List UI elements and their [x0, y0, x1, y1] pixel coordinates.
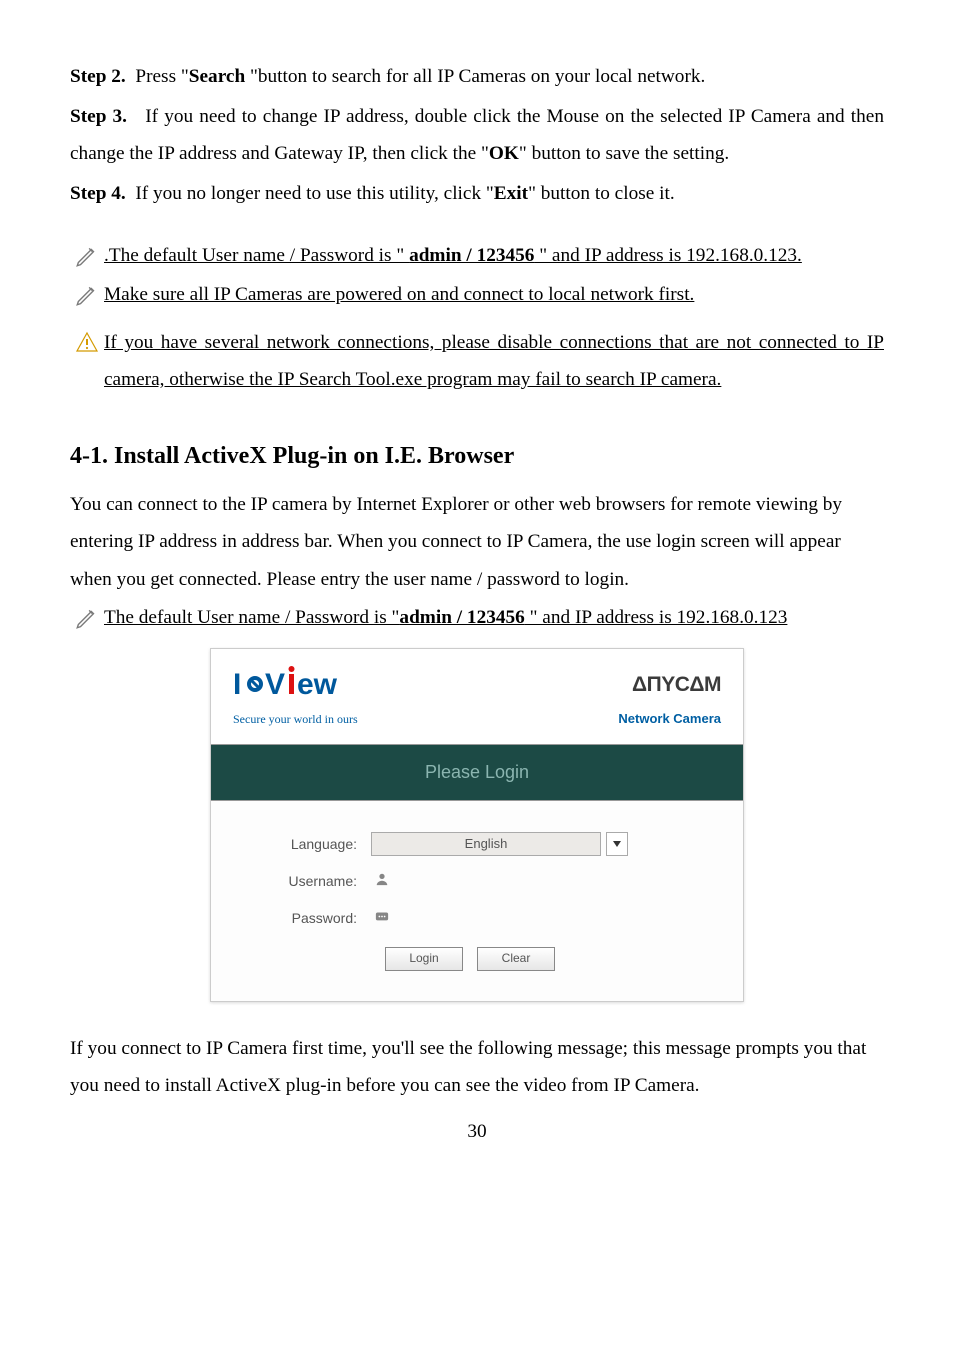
brand-name: ΔПΥCΔM: [618, 665, 721, 706]
note-2: Make sure all IP Cameras are powered on …: [70, 276, 884, 314]
login-panel: I V ew Secure your world in ours ΔПΥCΔM …: [210, 648, 744, 1001]
step-4: Step 4. If you no longer need to use thi…: [70, 175, 884, 213]
step-3: Step 3. If you need to change IP address…: [70, 98, 884, 173]
language-select[interactable]: English: [371, 832, 601, 856]
login-button[interactable]: Login: [385, 947, 463, 971]
after-paragraph: If you connect to IP Camera first time, …: [70, 1030, 884, 1105]
section-note-pre: The default User name / Password is ": [104, 607, 399, 628]
warning-icon: [70, 330, 104, 354]
step-3-label: Step 3.: [70, 106, 127, 127]
pencil-icon: [70, 605, 104, 631]
note-2-text: Make sure all IP Cameras are powered on …: [104, 276, 694, 314]
logo-right: ΔПΥCΔM Network Camera: [618, 665, 721, 731]
svg-text:ew: ew: [297, 668, 338, 701]
step-2: Step 2. Press "Search "button to search …: [70, 58, 884, 96]
username-input[interactable]: [371, 870, 601, 894]
language-value: English: [465, 832, 508, 856]
section-note-post: " and IP address is 192.168.0.123: [525, 607, 788, 628]
note-1: .The default User name / Password is " a…: [70, 237, 884, 275]
warn-text: If you have several network connections,…: [104, 324, 884, 399]
step-4-label: Step 4.: [70, 183, 126, 204]
step-3-text-a: If you need to change IP address, double…: [70, 106, 884, 165]
notes-block: .The default User name / Password is " a…: [70, 237, 884, 400]
svg-text:V: V: [265, 668, 285, 701]
section-note: The default User name / Password is "adm…: [70, 599, 884, 637]
username-row: Username:: [241, 868, 713, 895]
pencil-icon: [70, 243, 104, 269]
language-label: Language:: [241, 831, 371, 858]
step-2-text-b: "button to search for all IP Cameras on …: [245, 66, 705, 87]
note-1-bold: admin / 123456: [409, 245, 534, 266]
note-1-post: " and IP address is 192.168.0.123.: [534, 245, 801, 266]
password-icon: [375, 905, 389, 932]
step-3-text-b: " button to save the setting.: [519, 143, 729, 164]
password-label: Password:: [241, 905, 371, 932]
login-header: I V ew Secure your world in ours ΔПΥCΔM …: [211, 649, 743, 743]
step-4-bold: Exit: [494, 183, 528, 204]
brand-sub: Network Camera: [618, 706, 721, 731]
button-row: Login Clear: [241, 947, 713, 971]
password-input[interactable]: [371, 907, 601, 931]
step-3-bold: OK: [489, 143, 519, 164]
logo-tagline: Secure your world in ours: [233, 708, 358, 731]
logo-left: I V ew Secure your world in ours: [233, 666, 373, 731]
username-label: Username:: [241, 868, 371, 895]
clear-button[interactable]: Clear: [477, 947, 555, 971]
password-row: Password:: [241, 905, 713, 932]
section-note-bold: admin / 123456: [399, 607, 524, 628]
svg-text:I: I: [233, 668, 241, 701]
chevron-down-icon[interactable]: [606, 832, 628, 856]
section-heading: 4-1. Install ActiveX Plug-in on I.E. Bro…: [70, 433, 884, 480]
step-4-text-a: If you no longer need to use this utilit…: [135, 183, 493, 204]
login-form: Language: English Username: Password:: [211, 801, 743, 1001]
iview-logo-icon: I V ew: [233, 666, 373, 710]
login-title: Please Login: [211, 744, 743, 801]
user-icon: [375, 868, 389, 895]
pencil-icon: [70, 282, 104, 308]
section-paragraph: You can connect to the IP camera by Inte…: [70, 486, 884, 599]
step-2-text-a: Press ": [135, 66, 188, 87]
step-2-bold: Search: [189, 66, 245, 87]
warn-block: If you have several network connections,…: [70, 324, 884, 399]
language-row: Language: English: [241, 831, 713, 858]
page-number: 30: [70, 1113, 884, 1151]
step-2-label: Step 2.: [70, 66, 126, 87]
step-4-text-b: " button to close it.: [528, 183, 675, 204]
note-1-pre: .The default User name / Password is ": [104, 245, 409, 266]
